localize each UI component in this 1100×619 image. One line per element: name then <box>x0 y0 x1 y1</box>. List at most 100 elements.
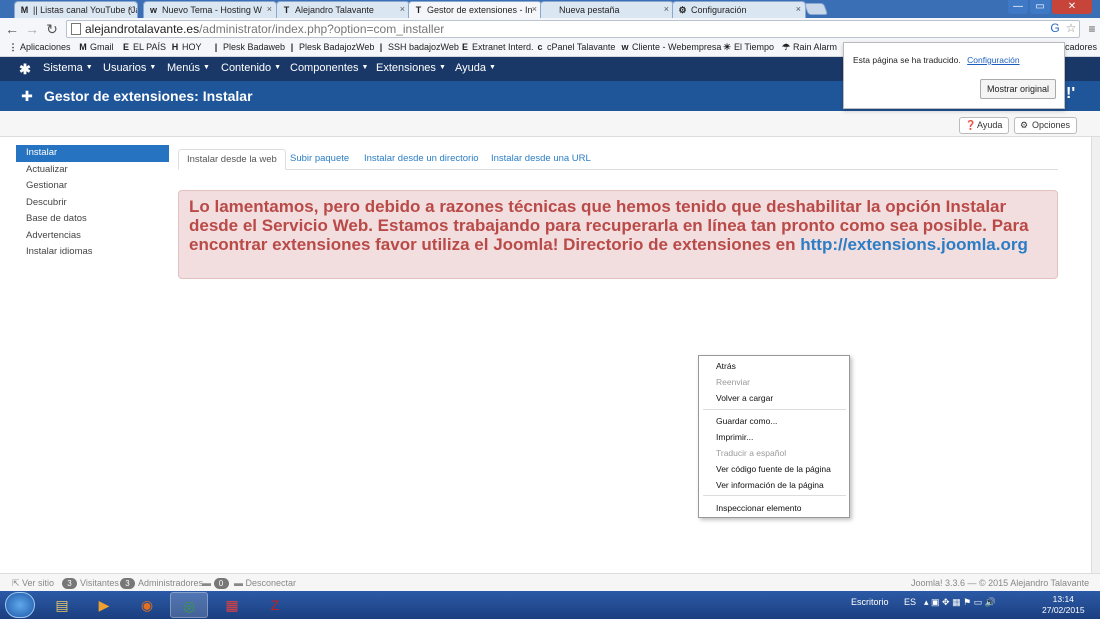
caret-down-icon: ▼ <box>274 64 282 71</box>
bookmark-item[interactable]: ☂ Rain Alarm <box>781 42 837 52</box>
caret-down-icon: ▼ <box>203 64 210 71</box>
minimize-button[interactable]: — <box>1008 0 1028 14</box>
view-site-link[interactable]: ⇱ Ver sitio <box>12 578 54 589</box>
sidebar-item[interactable]: Gestionar <box>16 178 169 195</box>
sidebar-item[interactable]: Descubrir <box>16 195 169 212</box>
back-arrow-icon[interactable]: ← <box>4 21 20 37</box>
close-tab-icon[interactable]: × <box>267 4 272 14</box>
bookmark-item[interactable]: E EL PAÍS <box>121 42 166 52</box>
browser-tab[interactable]: T Gestor de extensiones - In × <box>408 1 542 18</box>
sidebar-item[interactable]: Base de datos <box>16 211 169 228</box>
bookmark-item[interactable]: M Gmail <box>78 42 113 52</box>
gmail-icon: M <box>20 5 29 15</box>
bookmark-item[interactable]: H HOY <box>170 42 202 52</box>
bookmark-label: SSH badajozWeb <box>388 42 459 52</box>
language-indicator[interactable]: ES <box>904 597 916 607</box>
new-tab-button[interactable] <box>803 3 829 15</box>
gear-icon: ⚙ <box>678 5 687 15</box>
browser-tab[interactable]: Nueva pestaña × <box>540 1 674 18</box>
forward-arrow-icon[interactable]: → <box>24 21 40 37</box>
joomla-logo-icon[interactable]: ✱ <box>17 61 33 77</box>
filezilla-icon[interactable]: Z <box>256 592 294 618</box>
bookmark-item[interactable]: ☀ El Tiempo <box>722 42 774 52</box>
star-icon[interactable]: ☆ <box>1064 21 1078 35</box>
mail-icon: ▬ <box>202 578 214 588</box>
logout-link[interactable]: ▬ Desconectar <box>234 578 296 588</box>
sidebar-item[interactable]: Instalar <box>16 145 169 162</box>
context-menu-item[interactable]: Guardar como... <box>716 416 777 426</box>
address-bar[interactable]: alejandrotalavante.es/administrator/inde… <box>66 20 1080 38</box>
bookmark-item[interactable]: E Extranet Interd. <box>460 42 534 52</box>
sidebar-item[interactable]: Instalar idiomas <box>16 244 169 261</box>
browser-tab[interactable]: T Alejandro Talavante × <box>276 1 410 18</box>
menu-item-sistema[interactable]: Sistema ▼ <box>43 62 93 74</box>
visitors-count: 3 Visitantes <box>62 578 119 589</box>
context-menu-item[interactable]: Volver a cargar <box>716 393 773 403</box>
bookmark-label: El Tiempo <box>734 42 775 52</box>
tab-title: || Listas canal YouTube (Ja <box>33 5 138 15</box>
install-tab[interactable]: Instalar desde la web <box>178 149 286 170</box>
volume-icon: 🔊 <box>984 597 996 607</box>
chrome-icon[interactable]: ◎ <box>170 592 208 618</box>
menu-item-ayuda[interactable]: Ayuda ▼ <box>455 62 496 74</box>
bookmark-item[interactable]: w Cliente - Webempresa <box>620 42 721 52</box>
close-tab-icon[interactable]: × <box>128 4 133 14</box>
subhead-toolbar: ❓ Ayuda ⚙ Opciones <box>0 111 1100 137</box>
translate-icon[interactable]: G <box>1048 21 1062 35</box>
menu-item-componentes[interactable]: Componentes ▼ <box>290 62 368 74</box>
close-tab-icon[interactable]: × <box>532 4 537 14</box>
system-clock[interactable]: 13:14 27/02/2015 <box>1042 594 1085 616</box>
reload-icon[interactable]: ↻ <box>44 21 60 37</box>
context-menu-item[interactable]: Inspeccionar elemento <box>716 503 802 513</box>
chrome-menu-icon[interactable]: ≡ <box>1084 21 1100 37</box>
context-menu-item[interactable]: Ver código fuente de la página <box>716 464 831 474</box>
menu-item-usuarios[interactable]: Usuarios ▼ <box>103 62 156 74</box>
options-button[interactable]: ⚙ Opciones <box>1014 117 1078 134</box>
install-tab[interactable]: Subir paquete <box>282 149 357 170</box>
menu-item-contenido[interactable]: Contenido ▼ <box>221 62 281 74</box>
bookmark-item[interactable]: ⋮ Aplicaciones <box>8 42 71 52</box>
close-tab-icon[interactable]: × <box>796 4 801 14</box>
apps-grid-icon[interactable]: ▦ <box>213 592 251 618</box>
translate-settings-link[interactable]: Configuración <box>967 55 1019 65</box>
close-tab-icon[interactable]: × <box>400 4 405 14</box>
vertical-scrollbar[interactable] <box>1091 137 1100 591</box>
sidebar-item[interactable]: Actualizar <box>16 162 169 179</box>
install-tab[interactable]: Instalar desde un directorio <box>356 149 487 170</box>
browser-tab[interactable]: w Nuevo Tema - Hosting W × <box>143 1 277 18</box>
tab-title: Nuevo Tema - Hosting W <box>162 5 262 15</box>
media-player-icon[interactable]: ▶ <box>85 592 123 618</box>
context-menu-item[interactable]: Atrás <box>716 361 736 371</box>
explorer-icon[interactable]: ▤ <box>43 592 81 618</box>
firefox-icon[interactable]: ◉ <box>128 592 166 618</box>
puzzle-icon: ✚ <box>21 88 33 104</box>
menu-item-menús[interactable]: Menús ▼ <box>167 62 210 74</box>
external-link-icon: ⇱ <box>12 578 23 588</box>
sidebar-item[interactable]: Advertencias <box>16 228 169 245</box>
extranet-icon: E <box>461 42 468 52</box>
desktop-toolbar-label[interactable]: Escritorio <box>851 597 889 607</box>
browser-tab[interactable]: M || Listas canal YouTube (Ja × <box>14 1 138 18</box>
close-window-button[interactable]: ✕ <box>1052 0 1092 14</box>
bookmark-item[interactable]: | Plesk Badaweb <box>211 42 285 52</box>
messages-count[interactable]: ▬ 0 <box>202 578 232 589</box>
umbrella-icon: ☂ <box>781 42 791 52</box>
extensions-directory-link[interactable]: http://extensions.joomla.org <box>800 235 1028 254</box>
browser-tab[interactable]: ⚙ Configuración × <box>672 1 806 18</box>
show-original-button[interactable]: Mostrar original <box>980 79 1056 99</box>
context-menu-item[interactable]: Imprimir... <box>716 432 753 442</box>
context-menu-item[interactable]: Ver información de la página <box>716 480 824 490</box>
menu-item-extensiones[interactable]: Extensiones ▼ <box>376 62 446 74</box>
tray-icons[interactable]: ▴ ▣ ✥ ▦ ⚑ ▭ 🔊 <box>924 597 996 608</box>
bookmark-item[interactable]: | Plesk BadajozWeb <box>287 42 375 52</box>
minus-icon: ▬ <box>234 578 246 588</box>
bookmark-item[interactable]: c cPanel Talavante <box>535 42 615 52</box>
start-button[interactable] <box>5 592 35 618</box>
close-tab-icon[interactable]: × <box>664 4 669 14</box>
install-tab[interactable]: Instalar desde una URL <box>483 149 599 170</box>
bookmarks-overflow[interactable]: rcadores <box>1062 42 1097 52</box>
help-button[interactable]: ❓ Ayuda <box>959 117 1010 134</box>
install-tabs: Instalar desde la web Subir paquete Instal… <box>178 145 1058 170</box>
maximize-button[interactable]: ▭ <box>1030 0 1050 14</box>
bookmark-item[interactable]: | SSH badajozWeb <box>376 42 459 52</box>
